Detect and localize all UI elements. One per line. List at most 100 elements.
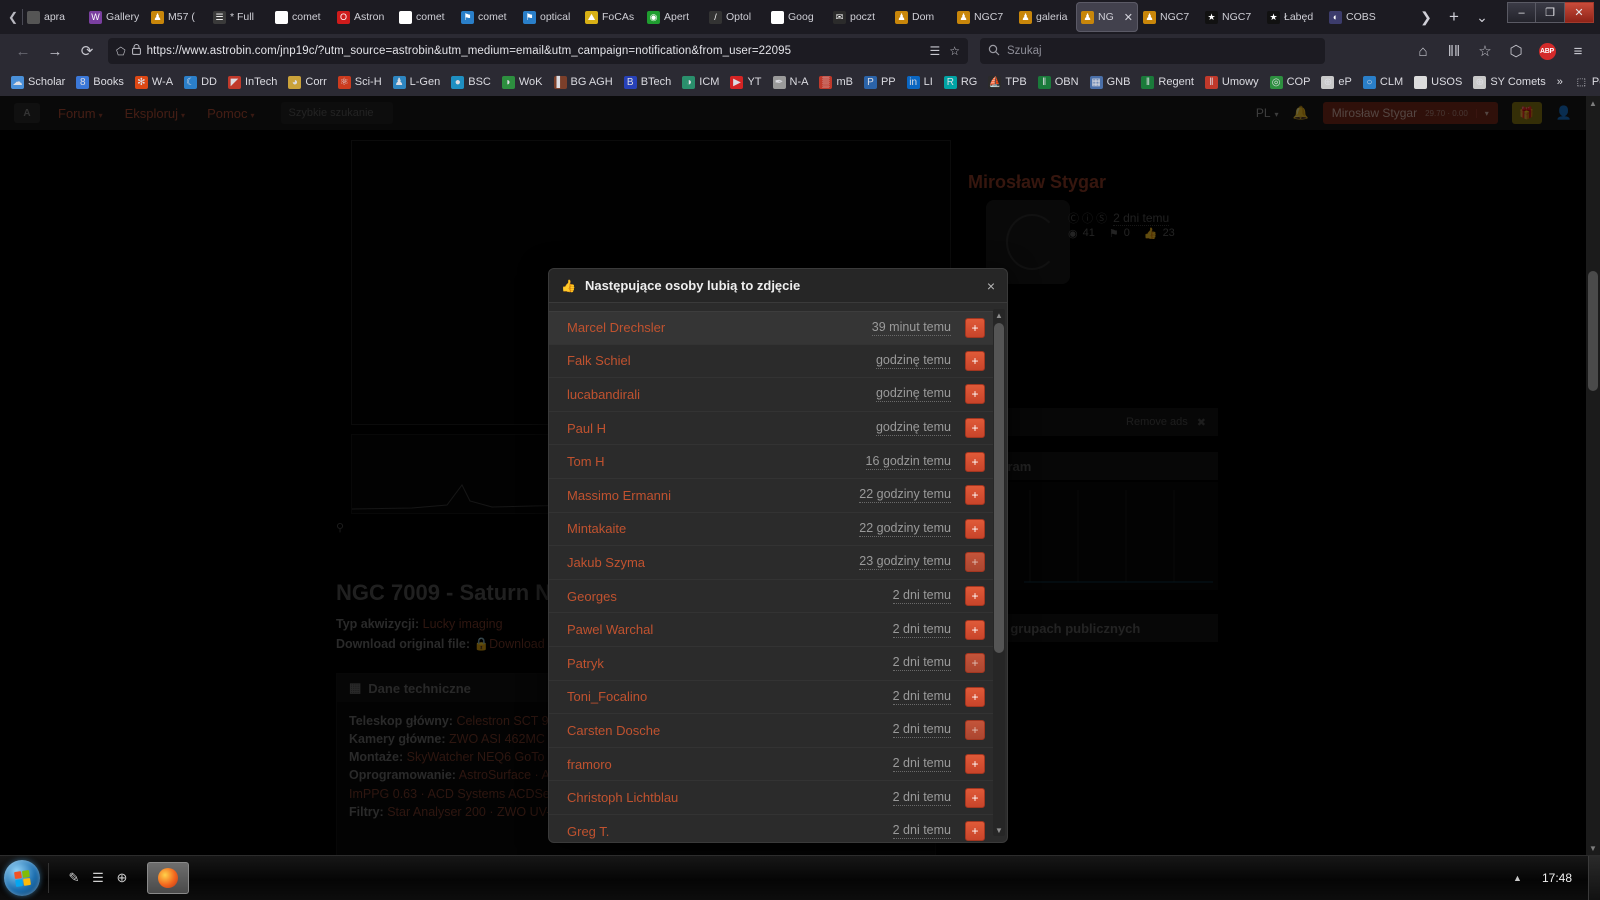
download-original-link[interactable]: Download xyxy=(489,637,545,651)
media-icon[interactable]: ✎ xyxy=(63,865,85,891)
page-scrollbar[interactable]: ▲ ▼ xyxy=(1586,96,1600,855)
close-icon[interactable]: × xyxy=(987,278,995,294)
bookmark-item[interactable]: ◑ ICM xyxy=(677,71,724,93)
new-tab-button[interactable]: + xyxy=(1441,4,1467,30)
liker-row[interactable]: Toni_Focalino 2 dni temu + xyxy=(549,681,993,715)
browser-tab[interactable]: ★ NGC7 xyxy=(1200,2,1262,32)
liker-row[interactable]: Pawel Warchal 2 dni temu + xyxy=(549,613,993,647)
forward-icon[interactable]: → xyxy=(40,37,70,65)
browser-tab[interactable]: G Goog xyxy=(766,2,828,32)
liker-username[interactable]: Toni_Focalino xyxy=(567,689,647,704)
liker-row[interactable]: Greg T. 2 dni temu + xyxy=(549,815,993,842)
maximize-button[interactable]: ❐ xyxy=(1536,2,1565,23)
bookmark-item[interactable]: ‖ Regent xyxy=(1136,71,1198,93)
bookmark-item[interactable]: ◗ WoK xyxy=(497,71,548,93)
liker-username[interactable]: Patryk xyxy=(567,656,604,671)
bookmark-item[interactable]: ⊕ eP xyxy=(1316,71,1356,93)
liker-username[interactable]: Mintakaite xyxy=(567,521,626,536)
back-icon[interactable]: ← xyxy=(8,37,38,65)
gift-icon[interactable]: 🎁 xyxy=(1511,102,1542,124)
bookmark-item[interactable]: ▦ GNB xyxy=(1085,71,1136,93)
browser-tab[interactable]: ♟ NGC7 xyxy=(1138,2,1200,32)
liker-username[interactable]: Marcel Drechsler xyxy=(567,320,665,335)
liker-row[interactable]: Carsten Dosche 2 dni temu + xyxy=(549,714,993,748)
bookmark-item[interactable]: ▒ mB xyxy=(814,71,858,93)
adblock-plus-icon[interactable]: ABP xyxy=(1533,37,1561,65)
add-follow-button[interactable]: + xyxy=(965,485,985,506)
bookmark-star-icon[interactable]: ☆ xyxy=(949,44,960,58)
liker-username[interactable]: Christoph Lichtblau xyxy=(567,790,678,805)
add-follow-button[interactable]: + xyxy=(965,418,985,439)
tab-close-icon[interactable]: ✕ xyxy=(1124,11,1133,24)
language-selector[interactable]: PL ▾ xyxy=(1256,106,1279,120)
notifications-bell-icon[interactable]: 🔔 xyxy=(1293,105,1309,121)
browser-tab[interactable]: Gcomet xyxy=(270,2,332,32)
browser-tab[interactable]: W Gallery xyxy=(84,2,146,32)
bookmark-item[interactable]: P PP xyxy=(859,71,901,93)
search-bar[interactable]: Szukaj xyxy=(980,38,1325,64)
browser-tab[interactable]: ♟ M57 ( xyxy=(146,2,208,32)
browser-tab[interactable]: ♟ NG ✕ xyxy=(1076,2,1138,32)
user-menu-button[interactable]: Mirosław Stygar 29.70 · 0.00 ▾ xyxy=(1322,102,1498,124)
bookmark-item[interactable]: ◎ COP xyxy=(1265,71,1316,93)
home-icon[interactable]: ⌂ xyxy=(1409,37,1437,65)
taskbar-firefox-button[interactable] xyxy=(147,862,189,894)
add-follow-button[interactable]: + xyxy=(965,586,985,607)
add-follow-button[interactable]: + xyxy=(965,317,985,338)
liker-row[interactable]: lucabandirali godzinę temu + xyxy=(549,378,993,412)
remove-ads-label[interactable]: Remove ads xyxy=(1126,416,1188,428)
bookmark-item[interactable]: ♟ L-Gen xyxy=(388,71,446,93)
bookmark-item[interactable]: ◤ InTech xyxy=(223,71,282,93)
list-all-tabs-icon[interactable]: ⌄ xyxy=(1469,4,1495,30)
bookmark-item[interactable]: B BTech xyxy=(619,71,677,93)
bookmark-item[interactable]: ‖ OBN xyxy=(1033,71,1084,93)
bookmark-item[interactable]: ‖ Umowy xyxy=(1200,71,1264,93)
image-owner-name[interactable]: Mirosław Stygar xyxy=(968,172,1106,193)
add-follow-button[interactable]: + xyxy=(965,619,985,640)
liker-username[interactable]: Georges xyxy=(567,589,617,604)
show-desktop-button[interactable] xyxy=(1588,855,1600,900)
tab-scroll-right-icon[interactable]: ❯ xyxy=(1413,4,1439,30)
add-follow-button[interactable]: + xyxy=(965,686,985,707)
stack-icon[interactable]: ☰ xyxy=(87,865,109,891)
browser-tab[interactable]: ⚑ comet xyxy=(456,2,518,32)
bookmarks-chevron-icon[interactable]: » xyxy=(1552,71,1568,93)
browser-tab[interactable]: ☰ * Full xyxy=(208,2,270,32)
bookmark-item[interactable]: ☾ DD xyxy=(179,71,222,93)
astrobin-logo-icon[interactable]: A xyxy=(14,103,40,123)
taskbar-clock[interactable]: 17:48 xyxy=(1536,871,1588,885)
page-scroll-down-icon[interactable]: ▼ xyxy=(1586,841,1600,855)
liker-username[interactable]: lucabandirali xyxy=(567,387,640,402)
add-follow-button[interactable]: + xyxy=(965,552,985,573)
liker-username[interactable]: Massimo Ermanni xyxy=(567,488,671,503)
tracking-shield-icon[interactable]: ⬠ xyxy=(116,45,126,58)
modal-scrollbar-thumb[interactable] xyxy=(994,323,1004,653)
liker-username[interactable]: Jakub Szyma xyxy=(567,555,645,570)
liker-row[interactable]: Jakub Szyma 23 godziny temu + xyxy=(549,546,993,580)
reader-mode-icon[interactable]: ☰ xyxy=(929,44,940,58)
add-follow-button[interactable]: + xyxy=(965,451,985,472)
liker-username[interactable]: Paul H xyxy=(567,421,606,436)
add-follow-button[interactable]: + xyxy=(965,720,985,741)
person-icon[interactable]: 👤 xyxy=(1556,105,1572,121)
liker-row[interactable]: Christoph Lichtblau 2 dni temu + xyxy=(549,781,993,815)
library-icon[interactable]: ‖‖ xyxy=(1440,37,1468,65)
tray-expand-icon[interactable]: ▲ xyxy=(1499,873,1536,883)
bookmark-item[interactable]: ▌ BG AGH xyxy=(549,71,618,93)
liker-username[interactable]: Pawel Warchal xyxy=(567,622,653,637)
liker-row[interactable]: Tom H 16 godzin temu + xyxy=(549,445,993,479)
liker-username[interactable]: framoro xyxy=(567,757,612,772)
bookmark-item[interactable]: 8 Books xyxy=(71,71,129,93)
page-scroll-up-icon[interactable]: ▲ xyxy=(1586,96,1600,110)
liker-row[interactable]: Mintakaite 22 godziny temu + xyxy=(549,513,993,547)
add-follow-button[interactable]: + xyxy=(965,384,985,405)
browser-tab[interactable]: ⚑ optical xyxy=(518,2,580,32)
bookmark-item[interactable]: ● BSC xyxy=(446,71,496,93)
liker-row[interactable]: Patryk 2 dni temu + xyxy=(549,647,993,681)
app-menu-icon[interactable]: ≡ xyxy=(1564,37,1592,65)
modal-scrollbar[interactable]: ▲ ▼ xyxy=(993,309,1005,836)
bookmark-item[interactable]: R RG xyxy=(939,71,983,93)
liker-row[interactable]: Marcel Drechsler 39 minut temu + xyxy=(549,311,993,345)
pocket-icon[interactable]: ☆ xyxy=(1471,37,1499,65)
start-button[interactable] xyxy=(4,860,40,896)
